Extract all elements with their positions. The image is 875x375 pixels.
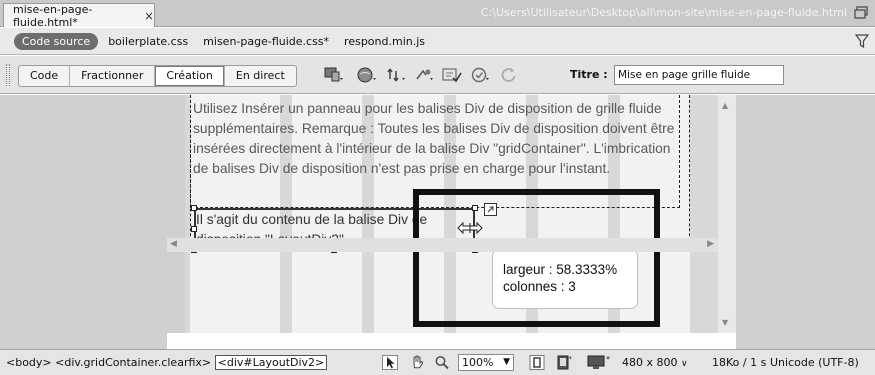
- related-file-boilerplate[interactable]: boilerplate.css: [108, 35, 188, 48]
- zoom-tool-icon[interactable]: [434, 355, 450, 370]
- svg-text:*: *: [606, 355, 610, 364]
- related-files-bar: Code source boilerplate.css misen-page-f…: [0, 28, 875, 55]
- layout-div1-text[interactable]: Utilisez Insérer un panneau pour les bal…: [193, 99, 683, 179]
- resize-handle[interactable]: [191, 226, 197, 232]
- toolbar-grip[interactable]: [6, 64, 10, 86]
- close-tab-icon[interactable]: ×: [144, 9, 154, 23]
- live-view-button[interactable]: En direct: [225, 66, 296, 86]
- title-label: Titre :: [570, 68, 608, 81]
- design-view-bottom-band: [736, 333, 875, 349]
- hand-tool-icon[interactable]: [410, 355, 426, 370]
- div-size-tooltip: largeur : 58.3333% colonnes : 3: [492, 249, 638, 309]
- zoom-select[interactable]: 100% ▼: [458, 354, 514, 371]
- document-tab-bar: mise-en-page-fluide.html* × C:\Users\Uti…: [0, 0, 875, 29]
- tag-selector: <body> <div.gridContainer.clearfix> <div…: [6, 355, 328, 370]
- desktop-size-icon[interactable]: *: [587, 355, 613, 370]
- tag-body[interactable]: <body>: [6, 356, 52, 369]
- window-size-value: 480 x 800: [622, 356, 678, 369]
- document-toolbar: Code Fractionner Création En direct Titr…: [0, 56, 875, 94]
- split-view-button[interactable]: Fractionner: [70, 66, 156, 86]
- tag-grid-container[interactable]: <div.gridContainer.clearfix>: [55, 356, 211, 369]
- document-encoding: Unicode (UTF-8): [770, 356, 859, 369]
- design-view-bottom-band: [0, 333, 167, 349]
- horizontal-scrollbar[interactable]: ◀ ▶: [167, 238, 718, 252]
- document-tab-title: mise-en-page-fluide.html*: [13, 2, 93, 29]
- code-view-button[interactable]: Code: [19, 66, 71, 86]
- scroll-up-arrow-icon[interactable]: ▲: [722, 101, 728, 110]
- zoom-value: 100%: [462, 356, 494, 369]
- status-bar: <body> <div.gridContainer.clearfix> <div…: [0, 349, 875, 375]
- source-code-button[interactable]: Code source: [14, 32, 99, 50]
- tooltip-width: largeur : 58.3333%: [503, 262, 618, 277]
- resize-handle[interactable]: [191, 205, 197, 211]
- svg-text:*: *: [569, 355, 573, 363]
- scroll-down-arrow-icon[interactable]: ▼: [722, 318, 728, 327]
- filter-icon[interactable]: [855, 34, 869, 48]
- file-size-download-time: 18Ko / 1 s: [712, 356, 767, 369]
- tag-current-div[interactable]: <div#LayoutDiv2>: [214, 355, 328, 370]
- tablet-size-icon[interactable]: *: [556, 355, 572, 370]
- tooltip-columns: colonnes : 3: [503, 279, 576, 294]
- chevron-down-icon: ▼: [503, 357, 510, 367]
- scroll-right-arrow-icon[interactable]: ▶: [707, 239, 714, 249]
- view-switcher: Code Fractionner Création En direct: [18, 65, 297, 87]
- design-view-button[interactable]: Création: [155, 66, 225, 86]
- pointer-tool-icon[interactable]: [382, 355, 398, 370]
- file-management-icon[interactable]: [386, 65, 408, 85]
- window-restore-icon[interactable]: [854, 6, 868, 19]
- visual-aids-icon[interactable]: [414, 65, 436, 85]
- refresh-icon[interactable]: [498, 65, 520, 85]
- window-size-select[interactable]: 480 x 800 ∨: [622, 356, 688, 369]
- design-view[interactable]: Utilisez Insérer un panneau pour les bal…: [0, 95, 875, 333]
- check-browser-icon[interactable]: [470, 65, 492, 85]
- mobile-size-icon[interactable]: [529, 355, 545, 370]
- validate-markup-icon[interactable]: [441, 65, 463, 85]
- file-path: C:\Users\Utilisateur\Desktop\all\mon-sit…: [480, 6, 847, 19]
- document-title-input[interactable]: [614, 65, 784, 85]
- scroll-left-arrow-icon[interactable]: ◀: [170, 239, 177, 249]
- related-file-respond[interactable]: respond.min.js: [344, 35, 425, 48]
- chevron-down-icon: ∨: [681, 359, 688, 369]
- browser-preview-icon[interactable]: [356, 65, 378, 85]
- document-tab[interactable]: mise-en-page-fluide.html* ×: [3, 2, 155, 29]
- multiscreen-icon[interactable]: [323, 65, 345, 85]
- vertical-scrollbar[interactable]: ▲ ▼: [718, 95, 736, 333]
- related-file-layout-css[interactable]: misen-page-fluide.css*: [203, 35, 329, 48]
